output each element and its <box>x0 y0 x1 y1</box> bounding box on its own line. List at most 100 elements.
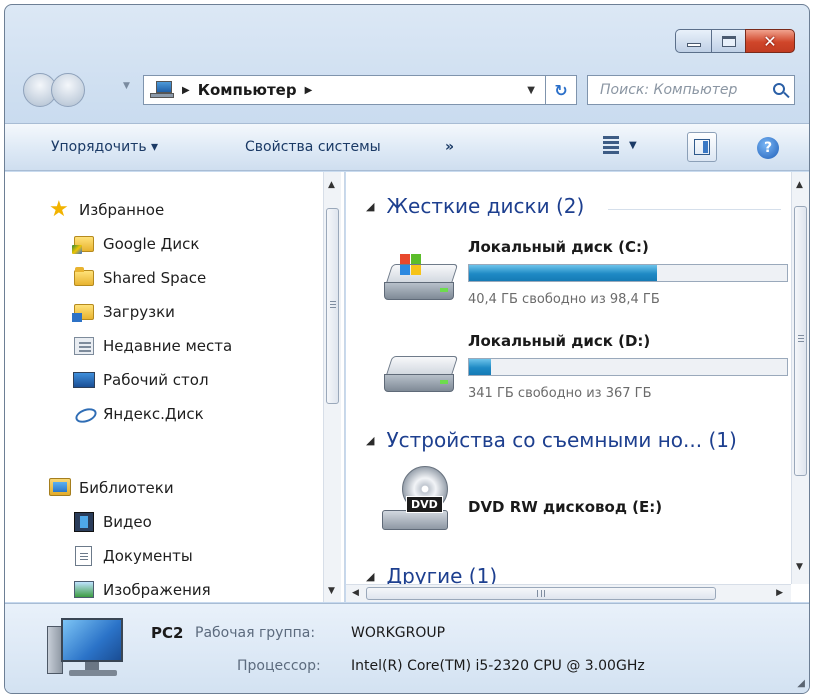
preview-pane-icon <box>694 139 710 155</box>
nav-label: Рабочий стол <box>103 371 209 389</box>
drive-d-free-space: 341 ГБ свободно из 367 ГБ <box>468 386 652 401</box>
content-pane: ◢ Жесткие диски (2) Локальный диск (C:) … <box>346 172 809 602</box>
nav-item-video[interactable]: Видео <box>73 508 152 536</box>
collapse-group-icon[interactable]: ◢ <box>366 434 374 447</box>
hard-disk-icon[interactable] <box>382 350 460 400</box>
group-header-removable[interactable]: ◢ Устройства со съемными но... (1) <box>366 428 737 452</box>
address-dropdown-icon[interactable]: ▼ <box>527 85 535 96</box>
yandex-disk-icon <box>73 406 95 426</box>
nav-item-desktop[interactable]: Рабочий стол <box>73 366 209 394</box>
desktop-icon <box>73 370 95 390</box>
workgroup-label: Рабочая группа: <box>195 625 316 641</box>
group-title: Устройства со съемными но... (1) <box>386 428 737 452</box>
hard-disk-windows-icon[interactable] <box>382 254 460 308</box>
drive-c-name[interactable]: Локальный диск (C:) <box>468 238 649 256</box>
drive-c-usage-bar <box>468 264 788 282</box>
search-icon[interactable] <box>773 83 785 95</box>
details-pane: PC2 Рабочая группа: WORKGROUP Процессор:… <box>5 603 809 693</box>
more-commands-button[interactable]: » <box>445 139 454 155</box>
maximize-icon <box>721 35 736 47</box>
dvd-label: DVD <box>406 496 443 513</box>
nav-label: Загрузки <box>103 303 175 321</box>
downloads-folder-icon <box>72 302 95 322</box>
minimize-button[interactable] <box>675 29 711 53</box>
nav-item-recent-places[interactable]: Недавние места <box>73 332 232 360</box>
window-controls: ✕ <box>675 29 795 53</box>
resize-grip-icon[interactable]: ◢ <box>797 678 805 689</box>
refresh-button[interactable]: ↻ <box>545 75 577 105</box>
computer-icon <box>47 618 131 684</box>
nav-item-downloads[interactable]: Загрузки <box>72 298 175 326</box>
system-properties-button[interactable]: Свойства системы <box>245 139 381 155</box>
nav-label: Библиотеки <box>79 479 174 497</box>
address-bar[interactable]: ▶ Компьютер ▶ ▼ <box>143 75 545 105</box>
close-icon: ✕ <box>763 31 777 51</box>
nav-label: Недавние места <box>103 337 233 355</box>
refresh-icon: ↻ <box>554 80 568 100</box>
folder-icon <box>73 267 95 288</box>
nav-label: Яндекс.Диск <box>103 405 204 423</box>
address-row: ▼ ▶ Компьютер ▶ ▼ ↻ Поиск: Компьютер <box>21 69 795 109</box>
minimize-icon <box>686 43 701 47</box>
organize-button[interactable]: Упорядочить ▾ <box>51 139 158 155</box>
documents-library-icon <box>73 546 95 566</box>
explorer-window: ✕ ▼ ▶ Компьютер ▶ ▼ ↻ Поиск: Компьютер У… <box>4 4 810 694</box>
windows-logo-icon <box>400 254 422 276</box>
preview-pane-button[interactable] <box>687 132 717 162</box>
scroll-up-icon[interactable]: ▲ <box>796 180 803 190</box>
nav-favorites[interactable]: ★ Избранное <box>49 196 164 224</box>
nav-item-yandex-disk[interactable]: Яндекс.Диск <box>73 400 204 428</box>
scrollbar-thumb[interactable] <box>794 206 807 476</box>
breadcrumb-arrow-icon[interactable]: ▶ <box>305 85 313 96</box>
scroll-up-icon[interactable]: ▲ <box>328 180 335 190</box>
nav-libraries[interactable]: Библиотеки <box>49 474 174 502</box>
dvd-drive-icon[interactable]: DVD <box>382 466 462 536</box>
close-button[interactable]: ✕ <box>745 29 795 53</box>
view-options-dropdown[interactable]: ▼ <box>629 140 637 151</box>
scroll-down-icon[interactable]: ▼ <box>328 586 335 596</box>
breadcrumb-computer[interactable]: Компьютер <box>198 81 297 99</box>
drive-d-name[interactable]: Локальный диск (D:) <box>468 332 650 350</box>
scrollbar-thumb[interactable] <box>326 208 339 404</box>
nav-item-google-drive[interactable]: Google Диск <box>72 230 200 258</box>
star-icon: ★ <box>49 197 69 222</box>
nav-item-shared-space[interactable]: Shared Space <box>73 264 206 292</box>
nav-label: Google Диск <box>103 235 200 253</box>
google-drive-folder-icon <box>72 234 95 254</box>
collapse-group-icon[interactable]: ◢ <box>366 200 374 213</box>
scroll-left-icon[interactable]: ◀ <box>352 588 359 598</box>
workgroup-value: WORKGROUP <box>351 625 446 641</box>
search-box[interactable]: Поиск: Компьютер <box>587 75 795 105</box>
recent-places-icon <box>73 336 95 356</box>
search-input[interactable]: Поиск: Компьютер <box>600 82 737 98</box>
nav-item-documents[interactable]: Документы <box>73 542 193 570</box>
nav-item-pictures[interactable]: Изображения <box>73 576 211 602</box>
breadcrumb-arrow-icon[interactable]: ▶ <box>182 85 190 96</box>
scroll-right-icon[interactable]: ▶ <box>776 588 783 598</box>
dvd-drive-name[interactable]: DVD RW дисковод (E:) <box>468 498 662 516</box>
computer-name: PC2 <box>151 624 184 642</box>
nav-label: Документы <box>103 547 193 565</box>
help-button[interactable]: ? <box>757 137 779 159</box>
nav-label: Shared Space <box>103 269 207 287</box>
recent-pages-dropdown[interactable]: ▼ <box>123 81 130 91</box>
scroll-down-icon[interactable]: ▼ <box>796 562 803 572</box>
computer-icon <box>150 81 174 99</box>
content-horizontal-scrollbar[interactable]: ◀ ▶ <box>346 584 791 602</box>
nav-label: Избранное <box>79 201 165 219</box>
help-icon: ? <box>763 140 773 156</box>
drive-d-usage-bar <box>468 358 788 376</box>
scrollbar-thumb[interactable] <box>366 587 716 600</box>
maximize-button[interactable] <box>711 29 745 53</box>
navigation-scrollbar[interactable]: ▲ ▼ <box>323 172 341 602</box>
video-library-icon <box>73 512 95 532</box>
group-header-hard-disks[interactable]: ◢ Жесткие диски (2) <box>366 194 584 218</box>
navigation-pane: ★ Избранное Google Диск Shared Space Заг… <box>5 172 345 602</box>
nav-label: Видео <box>103 513 152 531</box>
forward-button[interactable] <box>51 73 85 107</box>
change-view-icon[interactable] <box>603 136 623 156</box>
nav-label: Изображения <box>103 581 211 599</box>
group-title: Жесткие диски (2) <box>386 194 585 218</box>
content-vertical-scrollbar[interactable]: ▲ ▼ <box>791 172 809 584</box>
collapse-group-icon[interactable]: ◢ <box>366 570 374 583</box>
